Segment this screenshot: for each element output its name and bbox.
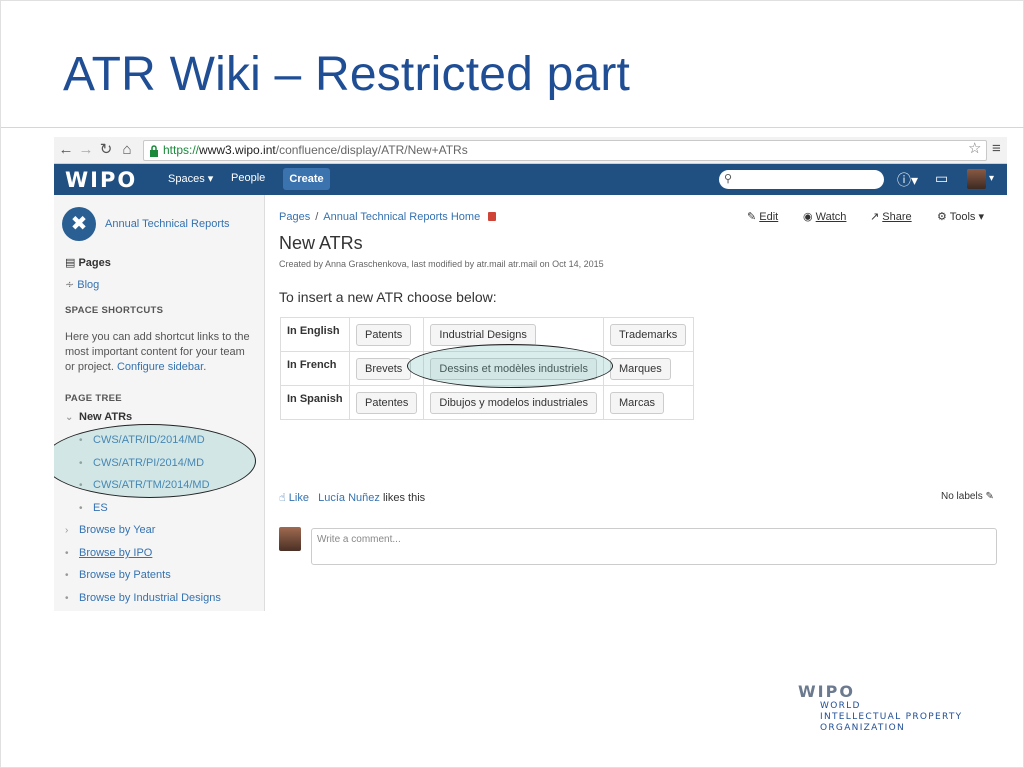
comment-input[interactable]: Write a comment... — [311, 528, 997, 565]
labels-area[interactable]: No labels ✎ — [941, 491, 994, 502]
create-button[interactable]: Create — [283, 168, 330, 190]
restricted-lock-icon[interactable] — [488, 212, 497, 221]
search-icon: ⚲ — [724, 173, 733, 185]
patents-en-button[interactable]: Patents — [356, 323, 412, 346]
row-label: In French — [280, 351, 350, 386]
tree-item[interactable]: • ES — [79, 502, 108, 514]
app-header: WIPO Spaces ▾ People Create ⚲ ⓘ▾ ▭ ▾ — [54, 164, 1007, 195]
breadcrumb: Pages / Annual Technical Reports Home — [279, 211, 497, 223]
sidebar-item-blog[interactable]: ∻ Blog — [65, 278, 99, 291]
patents-es-button[interactable]: Patentes — [356, 391, 418, 414]
eye-icon: ◉ — [803, 211, 816, 223]
pencil-icon: ✎ — [747, 211, 760, 223]
row-label: In Spanish — [280, 385, 350, 420]
people-link[interactable]: People — [231, 172, 265, 184]
edit-button[interactable]: ✎ Edit — [747, 210, 778, 223]
configure-sidebar-link[interactable]: Configure sidebar — [117, 361, 203, 373]
title-divider — [1, 127, 1024, 128]
user-avatar[interactable] — [967, 169, 986, 189]
commenter-avatar — [279, 527, 301, 551]
space-logo-icon[interactable]: ✖ — [62, 207, 96, 241]
tree-item-browse-designs[interactable]: • Browse by Industrial Designs — [65, 592, 221, 604]
tree-item-new-atrs[interactable]: ⌄ New ATRs — [65, 411, 132, 423]
gear-icon: ⚙ — [937, 211, 950, 223]
designs-es-button[interactable]: Dibujos y modelos industriales — [430, 391, 597, 414]
pencil-icon: ✎ — [985, 491, 994, 502]
slide: ATR Wiki – Restricted part ← → ↻ ⌂ https… — [0, 0, 1024, 768]
table-row: In English Patents Industrial Designs Tr… — [280, 317, 694, 352]
chevron-down-icon: ⌄ — [65, 412, 74, 423]
designs-en-button[interactable]: Industrial Designs — [430, 323, 536, 346]
tree-item-browse-ipo[interactable]: • Browse by IPO — [65, 547, 152, 559]
rss-icon: ∻ — [65, 279, 78, 291]
watch-button[interactable]: ◉ Watch — [803, 210, 846, 223]
address-bar[interactable]: https://www3.wipo.int/confluence/display… — [143, 140, 987, 161]
url-text: https://www3.wipo.int/confluence/display… — [163, 143, 468, 157]
designs-fr-button[interactable]: Dessins et modèles industriels — [430, 357, 597, 380]
wipo-logo[interactable]: WIPO — [65, 168, 137, 192]
space-name-link[interactable]: Annual Technical Reports — [105, 218, 230, 230]
search-input[interactable]: ⚲ — [719, 170, 884, 189]
spaces-menu[interactable]: Spaces ▾ — [168, 172, 213, 185]
thumbs-up-icon: ☝ — [279, 492, 289, 504]
slide-title: ATR Wiki – Restricted part — [63, 48, 631, 101]
trademarks-es-button[interactable]: Marcas — [610, 391, 665, 414]
forward-arrow-icon[interactable]: → — [77, 141, 95, 159]
tree-item-browse-year[interactable]: › Browse by Year — [65, 524, 155, 536]
tree-item[interactable]: • CWS/ATR/PI/2014/MD — [79, 457, 204, 469]
chevron-down-icon[interactable]: ▾ — [989, 173, 994, 184]
reload-icon[interactable]: ↻ — [97, 141, 115, 159]
breadcrumb-pages[interactable]: Pages — [279, 211, 310, 223]
wipo-footer-logo: WIPO WORLD INTELLECTUAL PROPERTY ORGANIZ… — [798, 682, 963, 733]
page-metadata: Created by Anna Graschenkova, last modif… — [279, 259, 604, 269]
atr-choice-table: In English Patents Industrial Designs Tr… — [280, 317, 694, 420]
share-button[interactable]: ↗ Share — [870, 210, 912, 223]
help-icon[interactable]: ⓘ▾ — [897, 170, 918, 190]
like-button[interactable]: ☝ Like — [279, 492, 309, 504]
patents-fr-button[interactable]: Brevets — [356, 357, 412, 380]
table-row: In French Brevets Dessins et modèles ind… — [280, 351, 694, 386]
tree-item[interactable]: • CWS/ATR/ID/2014/MD — [79, 434, 205, 446]
insert-heading: To insert a new ATR choose below: — [279, 289, 497, 305]
sidebar: ✖ Annual Technical Reports ▤ Pages ∻ Blo… — [54, 195, 265, 611]
tools-menu[interactable]: ⚙ Tools ▾ — [937, 210, 984, 223]
row-label: In English — [280, 317, 350, 352]
table-row: In Spanish Patentes Dibujos y modelos in… — [280, 385, 694, 420]
breadcrumb-home[interactable]: Annual Technical Reports Home — [323, 211, 480, 223]
sidebar-item-pages[interactable]: ▤ Pages — [65, 256, 111, 269]
browser-toolbar: ← → ↻ ⌂ https://www3.wipo.int/confluence… — [54, 137, 1007, 164]
page-tree-heading: PAGE TREE — [65, 393, 122, 404]
shortcuts-description: Here you can add shortcut links to the m… — [65, 331, 250, 373]
secure-lock-icon — [150, 145, 158, 157]
browser-screenshot: ← → ↻ ⌂ https://www3.wipo.int/confluence… — [54, 137, 1007, 611]
back-arrow-icon[interactable]: ← — [57, 141, 75, 159]
space-shortcuts-heading: SPACE SHORTCUTS — [65, 305, 164, 316]
trademarks-en-button[interactable]: Trademarks — [610, 323, 687, 346]
like-row: ☝ Like Lucía Nuñez likes this — [279, 492, 426, 504]
notifications-icon[interactable]: ▭ — [935, 170, 948, 187]
browser-menu-icon[interactable]: ≡ — [992, 140, 1001, 157]
main-content: Pages / Annual Technical Reports Home ✎ Ed… — [279, 195, 999, 611]
page-title: New ATRs — [279, 233, 363, 253]
tree-item-browse-patents[interactable]: • Browse by Patents — [65, 569, 171, 581]
home-icon[interactable]: ⌂ — [118, 141, 136, 159]
liker-link[interactable]: Lucía Nuñez — [318, 492, 380, 504]
bookmark-star-icon[interactable]: ☆ — [968, 139, 981, 157]
trademarks-fr-button[interactable]: Marques — [610, 357, 671, 380]
share-icon: ↗ — [870, 211, 883, 223]
tree-item[interactable]: • CWS/ATR/TM/2014/MD — [79, 479, 210, 491]
pages-icon: ▤ — [65, 257, 79, 269]
